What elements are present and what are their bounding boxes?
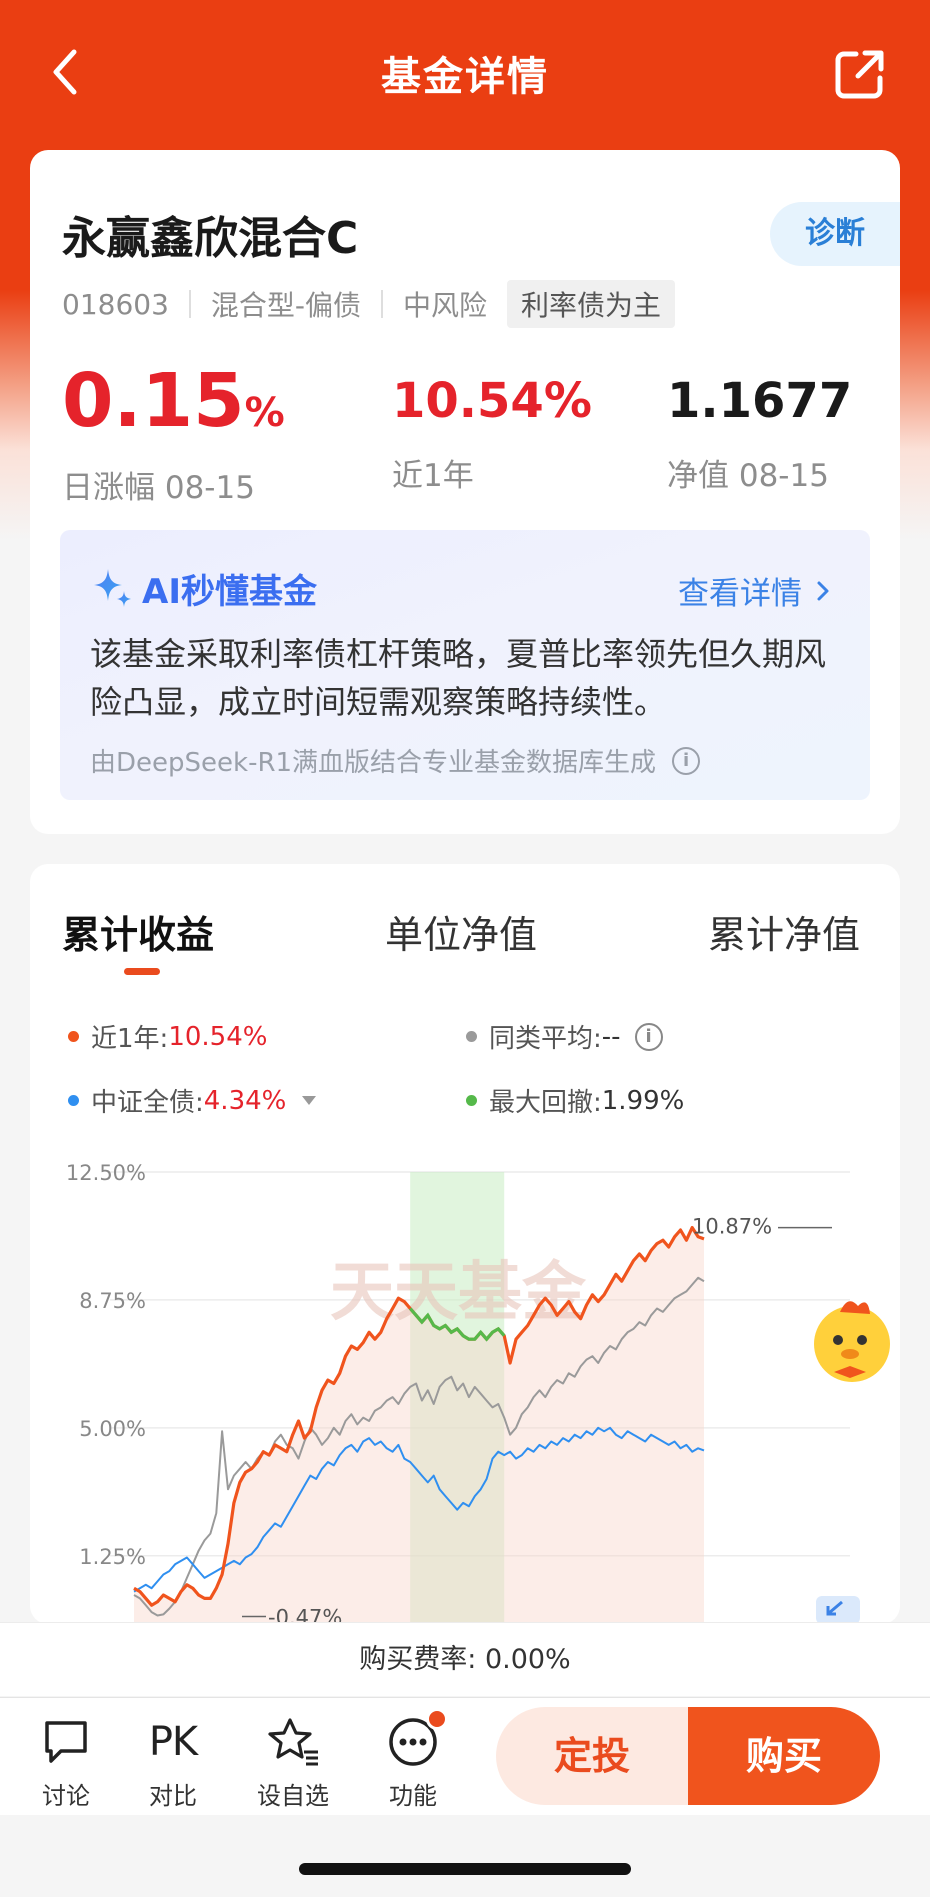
y-tick-label: 12.50% <box>66 1161 146 1185</box>
legend-value: 4.34% <box>203 1085 287 1116</box>
legend-label: 同类平均: <box>489 1024 602 1054</box>
watchlist-label: 设自选 <box>257 1782 329 1810</box>
legend-dot <box>466 1095 477 1106</box>
y-tick-label: 5.00% <box>79 1417 146 1441</box>
trade-buttons: 定投 购买 <box>496 1707 880 1805</box>
more-dots-icon <box>368 1708 458 1768</box>
daily-change-unit: % <box>244 390 285 436</box>
return-chart[interactable]: 12.50%8.75%5.00%1.25% 天天基金 10.87%-0.47% <box>30 1144 900 1624</box>
expand-icon[interactable] <box>816 1596 860 1624</box>
legend-dot <box>68 1031 79 1042</box>
discuss-label: 讨论 <box>42 1782 90 1810</box>
bottom-action-bar: 讨论 PK 对比 设自选 功能 定投 购买 <box>0 1697 930 1815</box>
chat-bubble-icon <box>21 1716 111 1768</box>
chart-card: 累计收益 单位净值 累计净值 近1年: 10.54% 同类平均: -- i 中证… <box>30 864 900 1624</box>
daily-change-number: 0.15 <box>62 358 245 444</box>
compare-label: 对比 <box>149 1782 197 1810</box>
y-tick-label: 1.25% <box>79 1545 146 1569</box>
ai-summary-box: AI秒懂基金 查看详情 该基金采取利率债杠杆策略，夏普比率领先但久期风险凸显，成… <box>60 530 870 800</box>
fund-risk: 中风险 <box>403 289 488 322</box>
daily-change-value: 0.15% <box>62 358 285 456</box>
divider <box>188 290 191 318</box>
tab-unit-nav[interactable]: 单位净值 <box>385 904 537 959</box>
legend-value: -- <box>601 1021 621 1052</box>
nav-bar: 基金详情 <box>0 0 930 150</box>
notification-dot <box>426 1708 448 1730</box>
dropdown-arrow-icon <box>302 1096 317 1105</box>
fund-code: 018603 <box>62 287 169 321</box>
watermark: 天天基金 <box>330 1255 587 1330</box>
home-indicator-area <box>0 1815 930 1897</box>
daily-change-label: 日涨幅 08-15 <box>62 470 255 506</box>
watchlist-button[interactable]: 设自选 <box>248 1716 338 1811</box>
sparkle-icon <box>90 565 134 613</box>
legend-dot <box>466 1031 477 1042</box>
pk-text: PK <box>148 1719 198 1765</box>
info-icon[interactable]: i <box>672 746 701 775</box>
one-year-stat: 10.54% 近1年 <box>392 358 592 495</box>
one-year-label: 近1年 <box>392 458 474 494</box>
mascot-icon[interactable] <box>814 1301 890 1382</box>
daily-change-stat: 0.15% 日涨幅 08-15 <box>62 358 285 507</box>
page-title: 基金详情 <box>381 54 549 100</box>
legend-label: 最大回撤: <box>489 1088 602 1118</box>
legend-dot <box>68 1095 79 1106</box>
sip-button[interactable]: 定投 <box>496 1707 688 1805</box>
legend-label: 近1年: <box>91 1024 169 1054</box>
one-year-value: 10.54% <box>392 373 592 429</box>
info-icon[interactable]: i <box>634 1022 663 1051</box>
legend-drawdown: 最大回撤: 1.99% <box>466 1082 684 1119</box>
fund-tags: 018603 混合型-偏债 中风险 利率债为主 <box>62 280 676 328</box>
divider <box>381 290 383 318</box>
ai-source-note: 由DeepSeek-R1满血版结合专业基金数据库生成 i <box>90 742 701 779</box>
legend-value: 10.54% <box>168 1021 268 1052</box>
max-annotation: 10.87% <box>692 1215 772 1239</box>
ai-view-details-link[interactable]: 查看详情 <box>678 568 836 613</box>
fund-name: 永赢鑫欣混合C <box>62 213 359 264</box>
legend-value: 1.99% <box>601 1085 685 1116</box>
functions-button[interactable]: 功能 <box>368 1708 458 1811</box>
legend-label: 中证全债: <box>91 1088 204 1118</box>
nav-value: 1.1677 <box>667 373 853 429</box>
pk-icon: PK <box>128 1716 218 1768</box>
star-list-icon <box>248 1716 338 1768</box>
compare-button[interactable]: PK 对比 <box>128 1716 218 1811</box>
ai-title-text: AI秒懂基金 <box>142 572 317 612</box>
y-tick-label: 8.75% <box>79 1289 146 1313</box>
active-tab-indicator <box>124 968 160 975</box>
chevron-right-icon <box>817 581 829 600</box>
legend-peer: 同类平均: -- i <box>466 1018 663 1055</box>
fund-info-card: 永赢鑫欣混合C 诊断 018603 混合型-偏债 中风险 利率债为主 0.15%… <box>30 150 900 834</box>
tab-cumulative-return[interactable]: 累计收益 <box>62 904 214 959</box>
fund-tag: 利率债为主 <box>507 280 676 328</box>
legend-index[interactable]: 中证全债: 4.34% <box>68 1082 317 1119</box>
fund-type: 混合型-偏债 <box>210 289 361 322</box>
diagnose-button[interactable]: 诊断 <box>770 202 900 266</box>
discuss-button[interactable]: 讨论 <box>21 1716 111 1811</box>
functions-label: 功能 <box>389 1782 437 1810</box>
ai-source-text: 由DeepSeek-R1满血版结合专业基金数据库生成 <box>90 748 657 778</box>
buy-button[interactable]: 购买 <box>688 1707 880 1805</box>
nav-stat: 1.1677 净值 08-15 <box>667 358 852 495</box>
ai-title: AI秒懂基金 <box>90 564 317 613</box>
share-icon[interactable] <box>832 46 888 102</box>
purchase-fee: 购买费率: 0.00% <box>0 1622 930 1696</box>
ai-summary-text: 该基金采取利率债杠杆策略，夏普比率领先但久期风险凸显，成立时间短需观察策略持续性… <box>90 635 827 721</box>
tab-cumulative-nav[interactable]: 累计净值 <box>708 904 860 959</box>
legend-fund: 近1年: 10.54% <box>68 1018 267 1055</box>
home-indicator[interactable] <box>299 1863 631 1875</box>
nav-label: 净值 08-15 <box>667 458 829 494</box>
ai-more-label: 查看详情 <box>678 576 802 612</box>
